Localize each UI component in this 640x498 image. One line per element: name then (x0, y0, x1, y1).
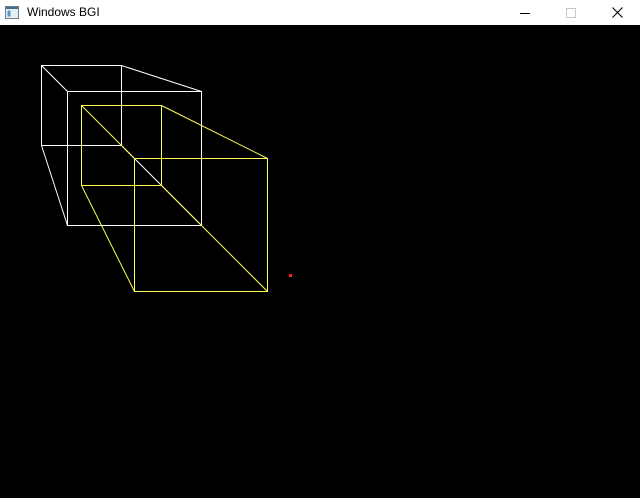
title-bar[interactable]: Windows BGI (0, 0, 640, 25)
bgi-window: Windows BGI (0, 0, 640, 498)
window-title: Windows BGI (27, 5, 100, 19)
minimize-button[interactable] (502, 0, 548, 25)
graphics-canvas[interactable] (0, 25, 640, 498)
close-button[interactable] (594, 0, 640, 25)
red-point (289, 274, 292, 277)
minimize-icon (520, 8, 530, 18)
maximize-icon (566, 7, 576, 18)
app-window-icon (5, 5, 20, 20)
maximize-button[interactable] (548, 0, 594, 25)
yellow-wireframe-cube (81, 105, 268, 292)
close-icon (611, 7, 623, 18)
drawing-surface (41, 65, 292, 292)
